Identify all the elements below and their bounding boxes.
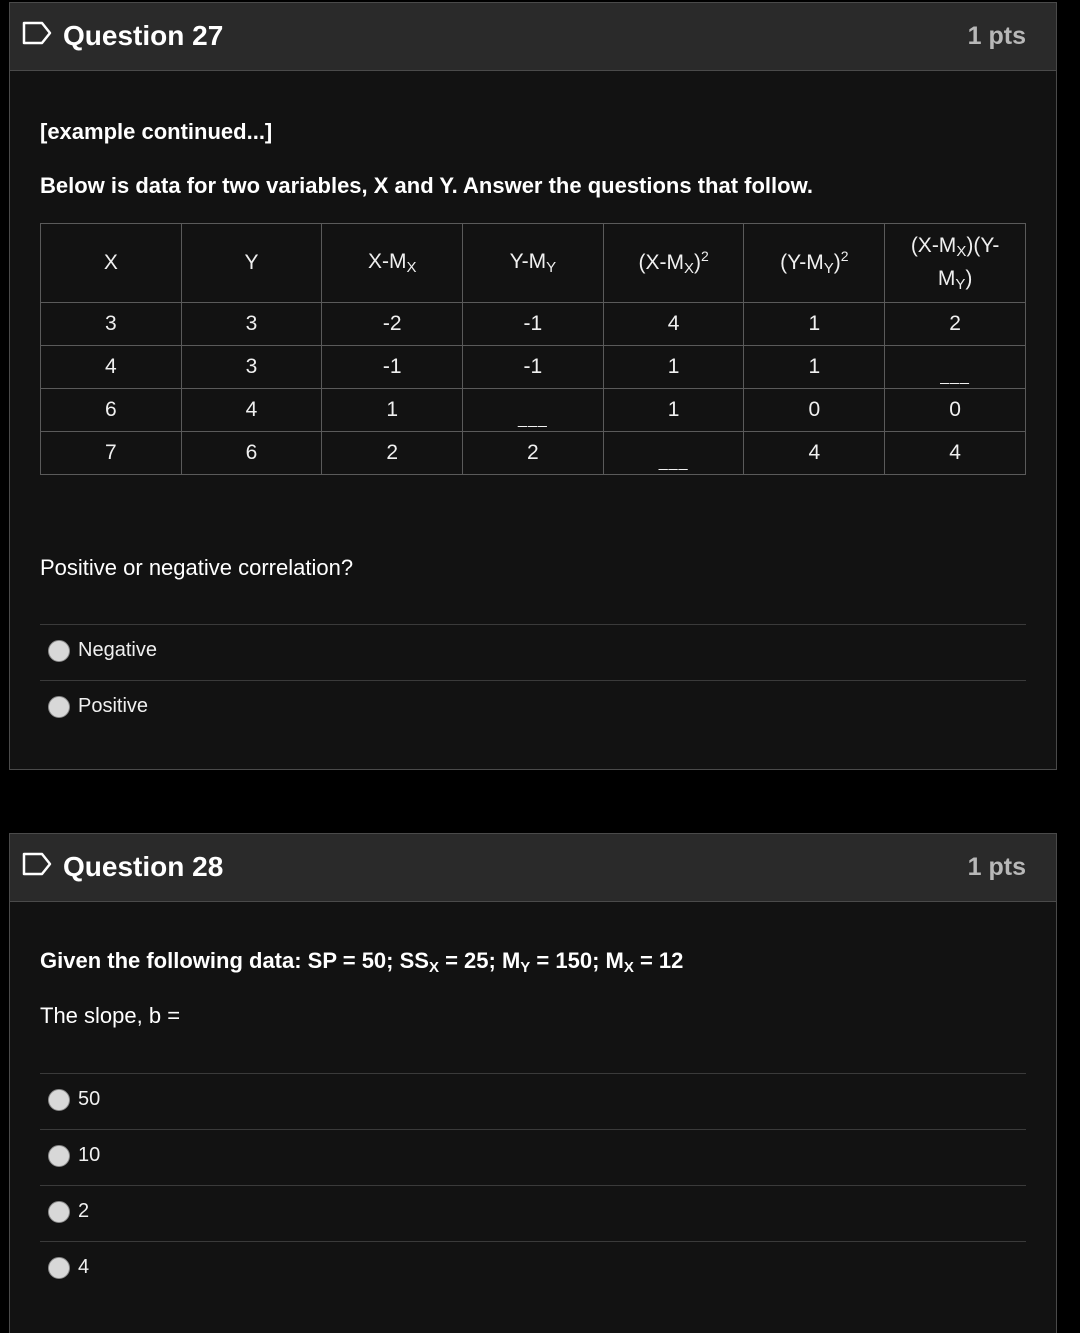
table-cell: 1 [321, 388, 464, 432]
table-cell: 3 [180, 345, 323, 389]
table-header-cell: X-MX [321, 223, 464, 303]
choice-label: Positive [78, 695, 149, 717]
table-row: 7 6 2 2 ___ 4 4 [40, 431, 1026, 475]
table-cell: 0 [884, 388, 1026, 432]
table-cell: 1 [743, 302, 886, 346]
answer-choice[interactable]: Positive [40, 680, 1026, 736]
flag-icon[interactable] [22, 21, 52, 45]
table-header-cell: (Y-MY)2 [743, 223, 886, 303]
table-cell: 2 [321, 431, 464, 475]
answer-choices: Negative Positive [40, 624, 1026, 736]
table-header-cell: (X-MX)(Y- MY) [884, 223, 1026, 303]
instruction-text: Below is data for two variables, X and Y… [40, 173, 813, 198]
table-cell: 4 [743, 431, 886, 475]
table-cell-blank: ___ [884, 345, 1026, 389]
table-cell-blank: ___ [602, 431, 745, 475]
table-row: 6 4 1 ___ 1 0 0 [40, 388, 1026, 432]
question-points: 1 pts [967, 22, 1026, 50]
question-title: Question 27 [63, 20, 224, 51]
table-cell: 2 [462, 431, 604, 475]
question-header: Question 28 1 pts [10, 834, 1056, 902]
radio-icon[interactable] [48, 1257, 70, 1279]
table-cell: 7 [40, 431, 182, 475]
table-cell: 4 [40, 345, 182, 389]
table-header-cell: Y [180, 223, 323, 303]
question-28: Question 28 1 pts Given the following da… [9, 833, 1057, 1333]
radio-icon[interactable] [48, 1201, 70, 1223]
given-data-text: Given the following data: SP = 50; SSX =… [40, 948, 684, 976]
radio-icon[interactable] [48, 1145, 70, 1167]
flag-icon[interactable] [22, 852, 52, 876]
question-text: Positive or negative correlation? [40, 555, 354, 580]
question-header: Question 27 1 pts [10, 3, 1056, 71]
answer-choice[interactable]: Negative [40, 624, 1026, 680]
question-prompt: The slope, b = [40, 1003, 181, 1028]
table-cell: 1 [602, 345, 745, 389]
table-cell: -1 [462, 345, 604, 389]
table-cell: 4 [602, 302, 745, 346]
table-row: 3 3 -2 -1 4 1 2 [40, 302, 1026, 346]
question-27: Question 27 1 pts [example continued...]… [9, 2, 1057, 770]
radio-icon[interactable] [48, 1089, 70, 1111]
question-points: 1 pts [967, 853, 1026, 881]
table-cell: 3 [180, 302, 323, 346]
table-cell: 6 [180, 431, 323, 475]
choice-label: 2 [78, 1200, 90, 1222]
answer-choice[interactable]: 50 [40, 1073, 1026, 1129]
table-cell: 3 [40, 302, 182, 346]
answer-choice[interactable]: 2 [40, 1185, 1026, 1241]
table-cell-blank: ___ [462, 388, 604, 432]
radio-icon[interactable] [48, 696, 70, 718]
table-cell: -2 [321, 302, 464, 346]
table-cell: 6 [40, 388, 182, 432]
table-cell: -1 [462, 302, 604, 346]
question-title: Question 28 [63, 851, 224, 882]
table-cell: 1 [602, 388, 745, 432]
table-header-row: X Y X-MX Y-MY (X-MX)2 (Y-MY)2 (X-MX)(Y- M… [40, 223, 1026, 303]
table-row: 4 3 -1 -1 1 1 ___ [40, 345, 1026, 389]
choice-label: 50 [78, 1088, 101, 1110]
table-header-cell: (X-MX)2 [602, 223, 745, 303]
choice-label: 4 [78, 1256, 90, 1278]
table-cell: 4 [884, 431, 1026, 475]
intro-text: [example continued...] [40, 119, 273, 144]
data-table: X Y X-MX Y-MY (X-MX)2 (Y-MY)2 (X-MX)(Y- M… [40, 223, 1026, 475]
answer-choice[interactable]: 4 [40, 1241, 1026, 1297]
table-cell: 4 [180, 388, 323, 432]
answer-choice[interactable]: 10 [40, 1129, 1026, 1185]
answer-choices: 50 10 2 4 [40, 1073, 1026, 1297]
table-header-cell: X [40, 223, 182, 303]
table-cell: -1 [321, 345, 464, 389]
table-cell: 1 [743, 345, 886, 389]
radio-icon[interactable] [48, 640, 70, 662]
table-cell: 0 [743, 388, 886, 432]
table-cell: 2 [884, 302, 1026, 346]
choice-label: Negative [78, 639, 157, 661]
table-header-cell: Y-MY [462, 223, 604, 303]
choice-label: 10 [78, 1144, 101, 1166]
